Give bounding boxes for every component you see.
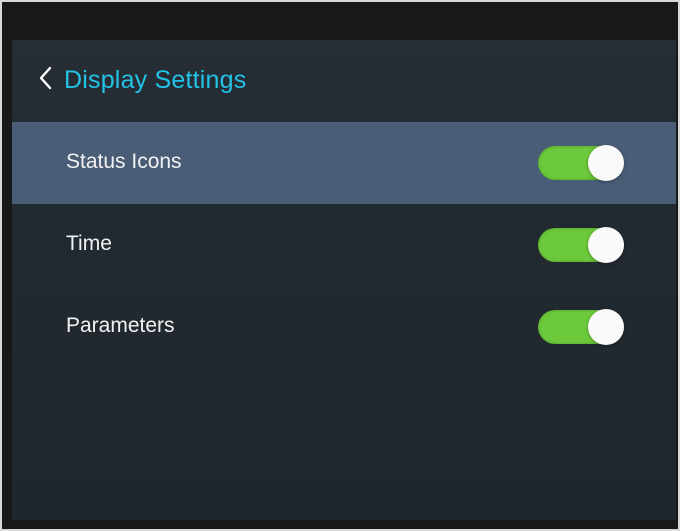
toggle-knob xyxy=(588,145,624,181)
setting-label: Time xyxy=(66,231,112,255)
time-toggle[interactable] xyxy=(538,227,624,263)
toggle-knob xyxy=(588,227,624,263)
setting-row-parameters[interactable]: Parameters xyxy=(12,286,676,368)
display-screen: Display Settings Status Icons Time Param… xyxy=(12,40,676,520)
back-button[interactable] xyxy=(30,62,62,94)
device-frame: Display Settings Status Icons Time Param… xyxy=(0,0,680,531)
page-title: Display Settings xyxy=(64,66,247,94)
setting-label: Status Icons xyxy=(66,149,182,173)
header: Display Settings xyxy=(12,40,676,120)
setting-row-status-icons[interactable]: Status Icons xyxy=(12,122,676,204)
setting-label: Parameters xyxy=(66,313,175,337)
chevron-left-icon xyxy=(39,66,52,90)
status-icons-toggle[interactable] xyxy=(538,145,624,181)
parameters-toggle[interactable] xyxy=(538,309,624,345)
toggle-knob xyxy=(588,309,624,345)
setting-row-time[interactable]: Time xyxy=(12,204,676,286)
